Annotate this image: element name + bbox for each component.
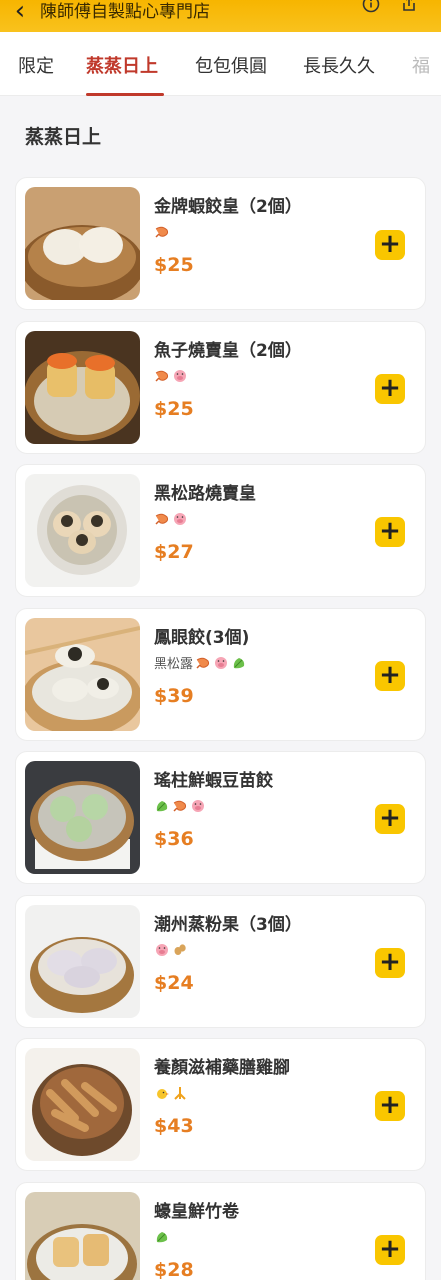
plus-icon: + [379, 659, 401, 690]
chevron-left-icon[interactable]: ‹ [0, 0, 40, 24]
plus-icon: + [379, 516, 401, 546]
plus-icon: + [379, 229, 401, 259]
active-tab-indicator [86, 93, 164, 96]
dish-photo[interactable] [25, 617, 140, 731]
dish-tags [154, 797, 206, 815]
add-to-cart-button[interactable]: + [375, 1233, 405, 1265]
dish-tags [154, 510, 188, 528]
tab-steamed[interactable]: 蒸蒸日上 [86, 52, 158, 78]
add-to-cart-button[interactable]: + [375, 230, 405, 260]
dish-price: $36 [154, 828, 194, 850]
shrimp-icon [172, 799, 188, 813]
pig-icon [172, 369, 188, 383]
header-bar: ‹ 陳師傅自製點心專門店 [0, 0, 441, 32]
vegetable-icon [231, 656, 247, 670]
dish-price: $25 [154, 254, 194, 276]
store-title: 陳師傅自製點心專門店 [40, 1, 210, 22]
dish-tags [154, 367, 188, 385]
menu-item-card[interactable]: 魚子燒賣皇（2個） $25 + [15, 320, 426, 454]
category-tabs: 限定 蒸蒸日上 包包俱圓 長長久久 福 [0, 32, 441, 96]
dish-name: 魚子燒賣皇（2個） [154, 340, 302, 361]
dish-photo[interactable] [25, 1048, 140, 1161]
plus-icon: + [379, 803, 401, 833]
shrimp-icon [154, 512, 170, 526]
dish-name: 瑤柱鮮蝦豆苗餃 [154, 771, 273, 791]
dish-name: 蠔皇鮮竹卷 [154, 1201, 239, 1222]
share-icon[interactable] [399, 0, 419, 14]
menu-item-card[interactable]: 蠔皇鮮竹卷 $28 + [15, 1181, 426, 1280]
add-to-cart-button[interactable]: + [375, 1091, 405, 1121]
chicken-foot-icon [172, 1086, 188, 1100]
dish-price: $24 [154, 971, 194, 994]
dish-price: $25 [154, 397, 194, 420]
dish-photo[interactable] [25, 761, 140, 874]
add-to-cart-button[interactable]: + [375, 517, 405, 547]
menu-item-card[interactable]: 金牌蝦餃皇（2個） $25 + [15, 177, 426, 310]
pig-icon [190, 799, 206, 813]
tab-buns[interactable]: 包包俱圓 [195, 52, 267, 78]
dish-price: $27 [154, 541, 194, 563]
add-to-cart-button[interactable]: + [375, 804, 405, 834]
dish-photo[interactable] [25, 904, 140, 1018]
dish-name: 養顏滋補藥膳雞腳 [154, 1058, 290, 1078]
tab-limited[interactable]: 限定 [18, 52, 54, 78]
chick-icon [154, 1086, 170, 1100]
dish-tags [154, 1228, 170, 1246]
vegetable-icon [154, 799, 170, 813]
dish-photo[interactable] [25, 330, 140, 444]
dish-tags [154, 223, 170, 241]
dish-photo[interactable] [25, 474, 140, 587]
menu-item-card[interactable]: 潮州蒸粉果（3個） $24 + [15, 894, 426, 1028]
menu-item-card[interactable]: 養顏滋補藥膳雞腳 $43 + [15, 1038, 426, 1171]
dish-name: 黑松路燒賣皇 [154, 484, 256, 504]
plus-icon: + [379, 1090, 401, 1120]
dish-price: $28 [154, 1258, 194, 1280]
dish-price: $43 [154, 1115, 194, 1137]
add-to-cart-button[interactable]: + [375, 946, 405, 978]
add-to-cart-button[interactable]: + [375, 372, 405, 404]
tab-longevity[interactable]: 長長久久 [303, 52, 375, 78]
dish-name: 潮州蒸粉果（3個） [154, 914, 302, 935]
peanut-icon [172, 943, 188, 957]
pig-icon [172, 512, 188, 526]
menu-item-card[interactable]: 黑松路燒賣皇 $27 + [15, 464, 426, 597]
dish-name: 金牌蝦餃皇（2個） [154, 197, 302, 217]
section-title: 蒸蒸日上 [25, 126, 102, 148]
plus-icon: + [379, 946, 401, 977]
dish-tags [154, 941, 188, 959]
shrimp-icon [154, 225, 170, 239]
dish-photo[interactable] [25, 1191, 140, 1280]
shrimp-icon [154, 369, 170, 383]
plus-icon: + [379, 1233, 401, 1264]
dish-photo[interactable] [25, 187, 140, 300]
tab-fortune[interactable]: 福 [412, 52, 430, 78]
info-icon[interactable] [361, 0, 381, 14]
pig-icon [213, 656, 229, 670]
dish-name: 鳳眼餃(3個) [154, 627, 250, 648]
dish-tags: 黑松露 [154, 654, 247, 672]
plus-icon: + [379, 372, 401, 403]
dish-tags [154, 1084, 188, 1102]
add-to-cart-button[interactable]: + [375, 659, 405, 691]
shrimp-icon [195, 656, 211, 670]
menu-item-card[interactable]: 瑤柱鮮蝦豆苗餃 $36 + [15, 751, 426, 884]
vegetable-icon [154, 1230, 170, 1244]
menu-list: 金牌蝦餃皇（2個） $25 + 魚子燒賣皇（2個） $25 + 黑松路燒賣皇 $27 + 鳳眼餃(… [15, 177, 426, 1280]
dish-note: 黑松露 [154, 657, 194, 672]
dish-price: $39 [154, 684, 194, 707]
pig-icon [154, 943, 170, 957]
menu-item-card[interactable]: 鳳眼餃(3個) 黑松露 $39 + [15, 607, 426, 741]
